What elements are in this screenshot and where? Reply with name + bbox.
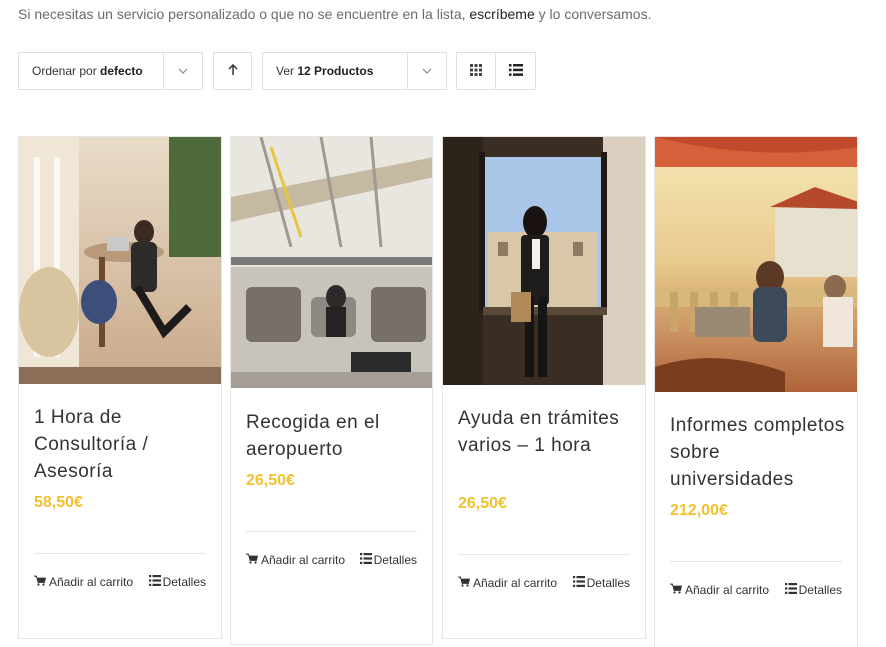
- chevron-down-icon[interactable]: [163, 53, 202, 89]
- grid-view-icon: [470, 63, 482, 79]
- add-to-cart-button[interactable]: Añadir al carrito: [34, 569, 144, 596]
- product-price: 26,50€: [246, 472, 295, 489]
- product-title[interactable]: 1 Hora de Consultoría / Asesoría: [34, 404, 209, 485]
- per-page-label: Ver 12 Productos: [263, 64, 407, 78]
- divider: [670, 561, 842, 562]
- product-price: 212,00€: [670, 502, 728, 519]
- list-view-button[interactable]: [495, 52, 536, 90]
- details-button[interactable]: Detalles: [148, 569, 206, 596]
- add-to-cart-label: Añadir al carrito: [685, 583, 770, 597]
- add-to-cart-label: Añadir al carrito: [473, 576, 558, 590]
- products-per-page-select[interactable]: Ver 12 Productos: [262, 52, 447, 90]
- contact-link[interactable]: escríbeme: [469, 6, 534, 22]
- add-to-cart-button[interactable]: Añadir al carrito: [246, 547, 356, 574]
- cart-icon: [34, 569, 46, 596]
- cart-icon: [670, 577, 682, 604]
- list-icon: [359, 547, 372, 574]
- chevron-down-icon[interactable]: [407, 53, 446, 89]
- details-label: Detalles: [798, 583, 842, 597]
- cart-icon: [458, 570, 470, 597]
- product-image[interactable]: [231, 137, 432, 388]
- add-to-cart-button[interactable]: Añadir al carrito: [458, 570, 568, 597]
- per-page-value: 12 Productos: [297, 64, 374, 78]
- sort-direction-button[interactable]: [213, 52, 252, 90]
- intro-text-before: Si necesitas un servicio personalizado o…: [18, 6, 466, 22]
- grid-view-button[interactable]: [456, 52, 496, 90]
- sort-order-select[interactable]: Ordenar por defecto: [18, 52, 203, 90]
- sort-value: defecto: [100, 64, 143, 78]
- list-icon: [572, 570, 585, 597]
- add-to-cart-button[interactable]: Añadir al carrito: [670, 577, 780, 604]
- details-label: Detalles: [373, 553, 417, 567]
- product-title[interactable]: Ayuda en trámites varios – 1 hora: [458, 405, 633, 459]
- details-label: Detalles: [586, 576, 630, 590]
- product-card: Ayuda en trámites varios – 1 hora 26,50€…: [442, 136, 646, 639]
- list-view-icon: [508, 63, 523, 79]
- product-price: 58,50€: [34, 494, 83, 511]
- sort-arrow-up-icon: [227, 63, 238, 79]
- cart-icon: [246, 547, 258, 574]
- details-button[interactable]: Detalles: [572, 570, 630, 597]
- product-image[interactable]: [655, 137, 857, 392]
- details-label: Detalles: [162, 575, 206, 589]
- intro-text: Si necesitas un servicio personalizado o…: [18, 6, 651, 22]
- per-page-prefix: Ver: [276, 64, 295, 78]
- sort-order-label: Ordenar por defecto: [19, 64, 163, 78]
- product-image[interactable]: [443, 137, 645, 385]
- product-card: Informes completos sobre universidades 2…: [654, 136, 858, 647]
- add-to-cart-label: Añadir al carrito: [261, 553, 346, 567]
- product-title[interactable]: Recogida en el aeropuerto: [246, 409, 420, 463]
- product-card: Recogida en el aeropuerto 26,50€ Añadir …: [230, 136, 433, 645]
- list-icon: [148, 569, 161, 596]
- product-title[interactable]: Informes completos sobre universidades: [670, 412, 845, 493]
- list-icon: [784, 577, 797, 604]
- product-price: 26,50€: [458, 495, 507, 512]
- details-button[interactable]: Detalles: [784, 577, 842, 604]
- product-card: 1 Hora de Consultoría / Asesoría 58,50€ …: [18, 136, 222, 639]
- intro-text-after: y lo conversamos.: [538, 6, 652, 22]
- details-button[interactable]: Detalles: [359, 547, 417, 574]
- product-image[interactable]: [19, 137, 221, 384]
- divider: [246, 531, 417, 532]
- divider: [458, 554, 630, 555]
- add-to-cart-label: Añadir al carrito: [49, 575, 134, 589]
- divider: [34, 553, 206, 554]
- sort-prefix: Ordenar por: [32, 64, 97, 78]
